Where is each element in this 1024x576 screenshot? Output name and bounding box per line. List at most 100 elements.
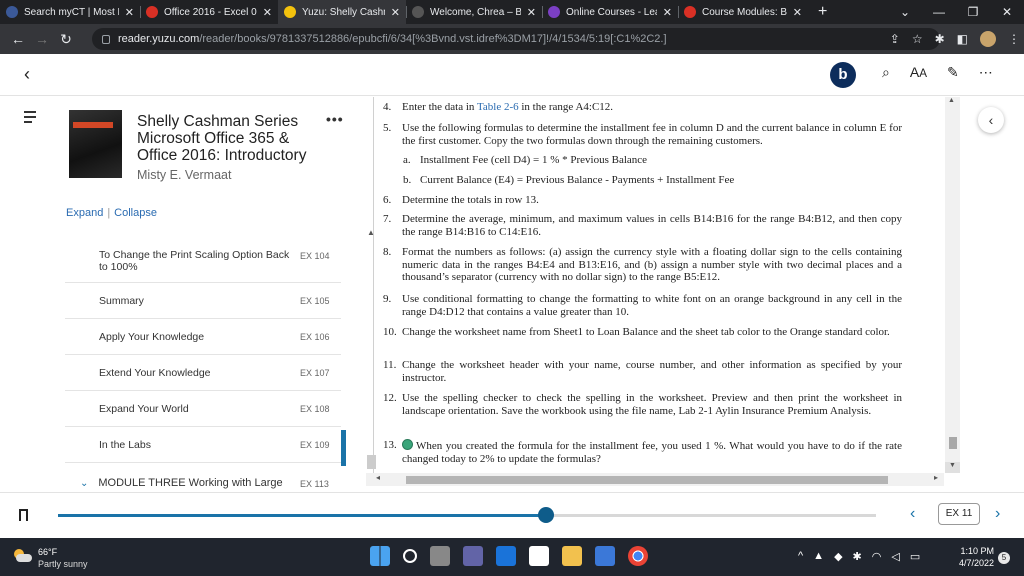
mail-icon[interactable] <box>496 546 516 566</box>
horizontal-scroll-thumb[interactable] <box>406 476 888 484</box>
browser-tab[interactable]: Search myCT | Most P ✕ <box>0 0 140 24</box>
toc-item-module-three[interactable]: ⌄ MODULE THREE Working with Large EX 113 <box>80 477 329 489</box>
chrome-icon[interactable] <box>628 546 648 566</box>
step-text: Use the spelling checker to check the sp… <box>402 392 902 417</box>
open-panel-icon[interactable]: ‹ <box>978 107 1004 133</box>
page-number-input[interactable]: EX 11 <box>938 503 980 525</box>
browser-tab[interactable]: Course Modules: BUS ✕ <box>678 0 808 24</box>
star-icon[interactable]: ☆ <box>912 32 923 46</box>
scroll-right-icon[interactable]: ▸ <box>934 473 938 482</box>
browser-menu-icon[interactable]: ⋮ <box>1008 32 1020 46</box>
amazon-icon[interactable] <box>529 546 549 566</box>
toc-item-label: To Change the Print Scaling Option Back … <box>99 249 290 273</box>
tab-title: Welcome, Chrea – Bla <box>430 6 521 18</box>
browser-tab[interactable]: Office 2016 - Excel 02 ✕ <box>140 0 278 24</box>
close-tab-icon[interactable]: ✕ <box>263 6 272 19</box>
toc-item-label: Expand Your World <box>99 403 189 415</box>
toc-item[interactable]: Summary EX 105 <box>65 283 341 319</box>
minimize-icon[interactable]: — <box>922 0 956 24</box>
system-clock[interactable]: 1:10 PM 4/7/2022 <box>950 545 994 569</box>
menu-icon[interactable] <box>24 111 36 126</box>
weather-condition[interactable]: Partly sunny <box>38 559 88 569</box>
share-icon[interactable]: ⇪ <box>890 32 900 46</box>
collapse-link[interactable]: Collapse <box>114 207 157 219</box>
tray-chevron-icon[interactable]: ^ <box>798 550 803 563</box>
toc-item-page: EX 108 <box>300 404 330 414</box>
browser-tab[interactable]: Online Courses - Lear ✕ <box>542 0 678 24</box>
text-size-icon[interactable]: AA <box>910 64 927 81</box>
teams-icon[interactable] <box>463 546 483 566</box>
reader-back-icon[interactable]: ‹ <box>24 64 30 85</box>
close-tab-icon[interactable]: ✕ <box>391 6 400 19</box>
toc-item[interactable]: Extend Your Knowledge EX 107 <box>65 355 341 391</box>
critical-thinking-icon <box>402 439 413 450</box>
toc-sidebar: Shelly Cashman Series Microsoft Office 3… <box>0 97 366 492</box>
progress-slider[interactable] <box>58 507 876 523</box>
scroll-down-icon[interactable]: ▼ <box>945 462 960 473</box>
wifi-icon[interactable]: ◠ <box>872 550 882 563</box>
next-page-icon[interactable]: › <box>995 505 1000 523</box>
extensions-icon[interactable]: ✱ <box>935 32 945 46</box>
table-2-6-link[interactable]: Table 2-6 <box>477 101 519 113</box>
sidepanel-icon[interactable]: ◧ <box>957 32 968 46</box>
close-tab-icon[interactable]: ✕ <box>125 6 134 19</box>
toc-item[interactable]: To Change the Print Scaling Option Back … <box>65 247 341 283</box>
close-tab-icon[interactable]: ✕ <box>663 6 672 19</box>
search-taskbar-icon[interactable] <box>403 549 417 563</box>
back-icon[interactable]: ← <box>6 31 30 47</box>
restore-icon[interactable]: ❐ <box>956 0 990 24</box>
book-more-icon[interactable]: ••• <box>326 111 344 127</box>
browser-tab[interactable]: Welcome, Chrea – Bla ✕ <box>406 0 542 24</box>
notification-badge[interactable]: 5 <box>998 552 1010 564</box>
url-field[interactable]: reader.yuzu.com/reader/books/97813375128… <box>92 28 940 50</box>
close-tab-icon[interactable]: ✕ <box>527 6 536 19</box>
vertical-scroll-thumb[interactable] <box>949 437 957 449</box>
step-text: Use conditional formatting to change the… <box>402 293 902 318</box>
store-icon[interactable] <box>595 546 615 566</box>
close-tab-icon[interactable]: ✕ <box>793 6 802 19</box>
partly-sunny-icon[interactable] <box>12 549 32 563</box>
battery-icon[interactable]: ▭ <box>910 550 920 563</box>
toc-item[interactable]: In the Labs EX 109 <box>65 427 341 463</box>
toc-item[interactable]: Apply Your Knowledge EX 106 <box>65 319 341 355</box>
previous-page-icon[interactable]: ‹ <box>910 505 915 523</box>
file-explorer-icon[interactable] <box>562 546 582 566</box>
tab-search-icon[interactable]: ⌄ <box>888 0 922 24</box>
toc-item-page: EX 107 <box>300 368 330 378</box>
horizontal-scrollbar[interactable]: ◂ ▸ <box>366 473 944 486</box>
weather-temp[interactable]: 66°F <box>38 547 57 557</box>
progress-handle[interactable] <box>538 507 555 523</box>
close-window-icon[interactable]: ✕ <box>990 0 1024 24</box>
bookmark-icon[interactable] <box>19 509 28 521</box>
forward-icon[interactable]: → <box>30 31 54 47</box>
book-author: Misty E. Vermaat <box>137 168 232 182</box>
search-icon[interactable]: ⌕ <box>882 64 890 81</box>
new-tab-icon[interactable]: + <box>818 3 827 21</box>
toc-item-label: Apply Your Knowledge <box>99 331 205 343</box>
reload-icon[interactable]: ↻ <box>54 31 78 48</box>
clock-time: 1:10 PM <box>960 546 994 556</box>
bartleby-logo[interactable]: b <box>830 62 856 88</box>
tray-security-icon[interactable]: ◆ <box>834 550 842 563</box>
windows-taskbar: 66°F Partly sunny ^ ▲ ◆ ✱ ◠ ◁ ▭ 1:10 PM … <box>0 538 1024 576</box>
tray-app-icon[interactable]: ▲ <box>813 550 824 563</box>
browser-tab[interactable]: Yuzu: Shelly Cashman ✕ <box>278 0 406 24</box>
notes-icon[interactable]: ✎ <box>947 64 959 81</box>
step-text: Change the worksheet header with your na… <box>402 359 902 384</box>
book-cover <box>69 110 122 178</box>
tray-network-icon[interactable]: ✱ <box>853 550 862 563</box>
start-icon[interactable] <box>370 546 390 566</box>
url-path: /reader/books/9781337512886/epubcfi/6/34… <box>199 33 667 45</box>
profile-avatar[interactable] <box>980 31 996 47</box>
scroll-up-icon[interactable]: ▲ <box>948 97 955 104</box>
vertical-scrollbar[interactable]: ▲ ▼ <box>945 97 960 473</box>
toc-item[interactable]: Expand Your World EX 108 <box>65 391 341 427</box>
scroll-left-icon[interactable]: ◂ <box>376 473 380 482</box>
spinner-icon <box>146 6 158 18</box>
reader-footer: ‹ EX 11 › <box>0 492 1024 538</box>
volume-icon[interactable]: ◁ <box>891 550 899 563</box>
system-tray: ^ ▲ ◆ ✱ ◠ ◁ ▭ <box>798 550 920 563</box>
more-options-icon[interactable]: ⋯ <box>979 64 993 81</box>
taskview-icon[interactable] <box>430 546 450 566</box>
expand-link[interactable]: Expand <box>66 207 103 219</box>
